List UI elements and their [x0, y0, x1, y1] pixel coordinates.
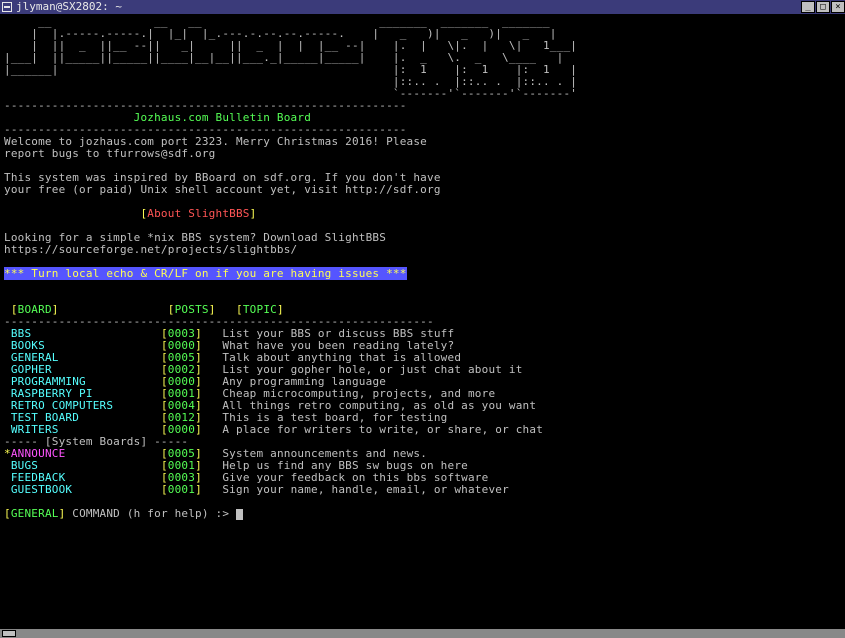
cursor-icon[interactable] — [236, 509, 243, 520]
window-titlebar: jlyman@SX2802: ~ _ □ × — [0, 0, 845, 14]
prompt-bracket-open: [ — [4, 507, 11, 520]
about-heading: About SlightBBS — [147, 207, 249, 220]
board-posts: 0001 — [168, 483, 195, 496]
welcome-text: Welcome to jozhaus.com port 2323. Merry … — [4, 135, 441, 196]
system-board-row[interactable]: GUESTBOOK [0001] Sign your name, handle,… — [4, 484, 841, 496]
board-name: GUESTBOOK — [11, 483, 161, 496]
star-icon — [4, 483, 11, 496]
maximize-button[interactable]: □ — [816, 1, 830, 13]
terminal-output[interactable]: __ __ __ _______ _______ _______ | |.---… — [0, 14, 845, 629]
system-menu-icon[interactable] — [2, 2, 12, 12]
taskbar-button[interactable] — [2, 630, 16, 637]
board-topic: Sign your name, handle, email, or whatev… — [222, 483, 509, 496]
close-button[interactable]: × — [831, 1, 845, 13]
taskbar — [0, 629, 845, 638]
about-bracket-close: ] — [250, 207, 257, 220]
echo-notice: *** Turn local echo & CR/LF on if you ar… — [4, 267, 407, 280]
board-topic: A place for writers to write, or share, … — [222, 423, 543, 436]
ascii-art-banner: __ __ __ _______ _______ _______ | |.---… — [4, 15, 577, 100]
minimize-button[interactable]: _ — [801, 1, 815, 13]
prompt-text: COMMAND (h for help) :> — [65, 507, 236, 520]
prompt-current-board: GENERAL — [11, 507, 59, 520]
about-body: Looking for a simple *nix BBS system? Do… — [4, 231, 386, 256]
window-title: jlyman@SX2802: ~ — [16, 0, 122, 14]
